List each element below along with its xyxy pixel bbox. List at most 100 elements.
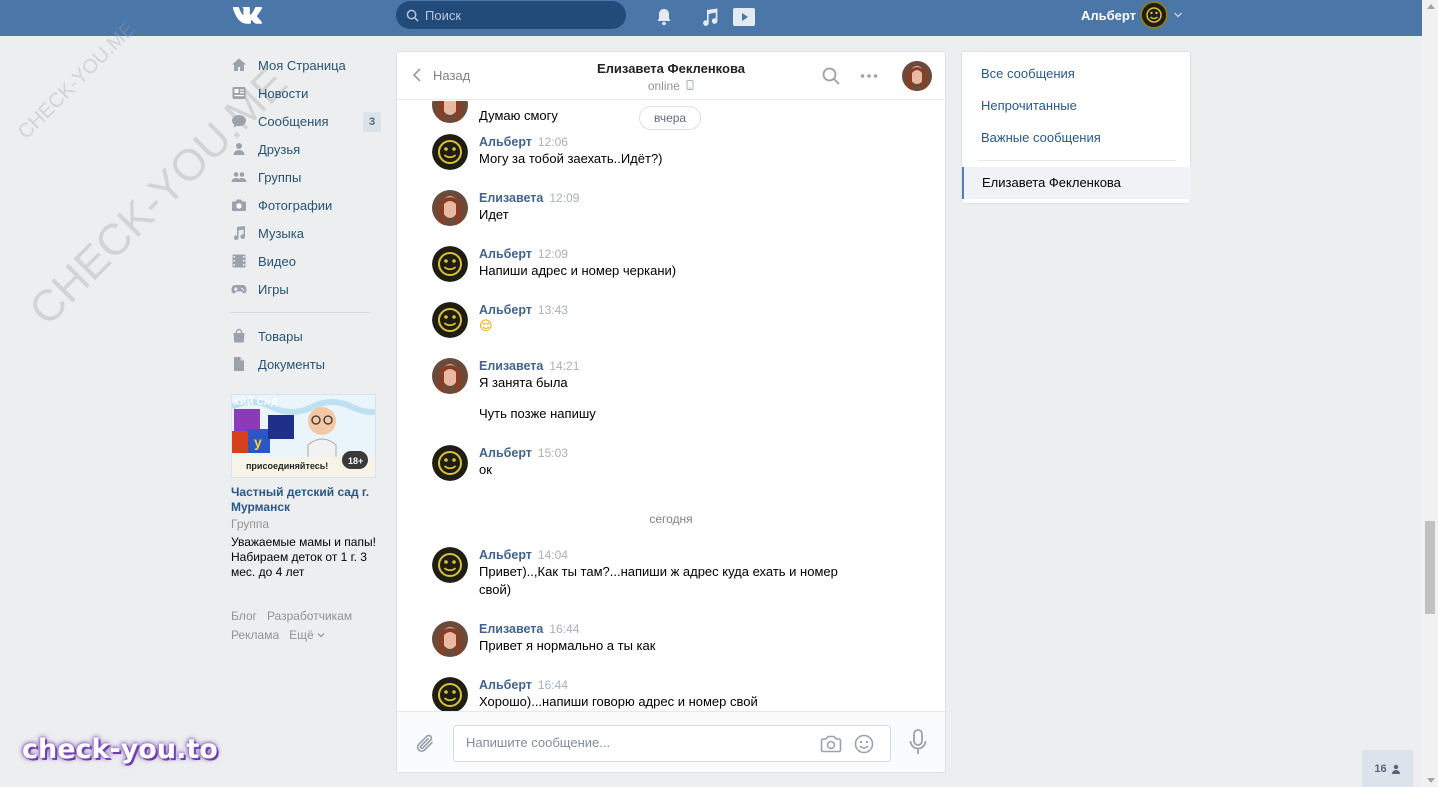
scroll-up-arrow[interactable] — [1427, 4, 1435, 9]
active-chat-name: Елизавета Фекленкова — [982, 175, 1121, 190]
user-avatar[interactable] — [432, 445, 468, 481]
friends-icon — [233, 143, 245, 155]
nav-item-video[interactable]: Видео — [231, 247, 381, 275]
user-avatar[interactable] — [432, 547, 468, 583]
user-avatar[interactable] — [432, 246, 468, 282]
active-chat-item[interactable]: Елизавета Фекленкова — [962, 167, 1191, 199]
vk-logo-icon[interactable] — [231, 4, 265, 28]
nav-item-games[interactable]: Игры — [231, 275, 381, 303]
message-item: Альберт 12:09 Напиши адрес и номер черкан… — [432, 246, 912, 282]
footer-more-link[interactable]: Ещё — [289, 628, 325, 642]
footer-ads-link[interactable]: Реклама — [231, 628, 279, 642]
message-text: Идет — [479, 207, 509, 222]
nav-item-news[interactable]: Новости — [231, 79, 381, 107]
user-avatar[interactable] — [432, 134, 468, 170]
groups-icon — [231, 172, 247, 182]
message-text: Я занята была — [479, 375, 568, 390]
music-note-icon[interactable] — [699, 6, 721, 28]
message-author[interactable]: Елизавета — [479, 191, 543, 205]
ad-description: Уважаемые мамы и папы! Набираем деток от… — [231, 535, 376, 579]
footer-blog-link[interactable]: Блог — [231, 609, 257, 623]
search-icon — [406, 9, 419, 22]
message-time: 14:04 — [537, 548, 568, 562]
ad-image-text: КИЙ САД — [234, 397, 278, 407]
message-author[interactable]: Елизавета — [479, 359, 543, 373]
message-input[interactable] — [466, 735, 806, 750]
nav-item-messages[interactable]: Сообщения 3 — [231, 107, 381, 135]
message-author[interactable]: Альберт — [479, 678, 532, 692]
nav-label: Группы — [258, 169, 302, 185]
peer-avatar[interactable] — [902, 61, 932, 91]
bottom-watermark: check-you.to — [22, 734, 218, 765]
nav-label: Друзья — [258, 141, 301, 157]
message-item: Альберт 15:03 ок — [432, 445, 912, 481]
filter-unread[interactable]: Непрочитанные — [981, 98, 1077, 113]
message-author[interactable]: Альберт — [479, 135, 532, 149]
nav-item-documents[interactable]: Документы — [231, 350, 381, 378]
message-author[interactable]: Альберт — [479, 446, 532, 460]
search-box[interactable] — [396, 1, 626, 29]
messages-count-badge: 3 — [363, 112, 381, 132]
message-text: Чуть позже напишу — [479, 406, 596, 421]
nav-item-groups[interactable]: Группы — [231, 163, 381, 191]
message-author[interactable]: Альберт — [479, 303, 532, 317]
diagonal-watermark-small: CHECK-YOU.ME — [14, 17, 140, 144]
scroll-down-arrow[interactable] — [1427, 778, 1435, 783]
gamepad-icon — [231, 285, 247, 294]
microphone-icon[interactable] — [909, 729, 927, 755]
peer-avatar[interactable] — [432, 358, 468, 394]
play-icon[interactable] — [732, 6, 756, 28]
message-field[interactable] — [453, 725, 891, 762]
bell-icon[interactable] — [653, 6, 675, 28]
message-author[interactable]: Альберт — [479, 247, 532, 261]
camera-icon[interactable] — [820, 734, 842, 754]
message-item: Елизавета 12:09 Идет — [432, 190, 912, 226]
message-author[interactable]: Елизавета — [479, 622, 543, 636]
ad-title[interactable]: Частный детский сад г. Мурманск — [231, 485, 376, 515]
ad-block[interactable]: у КИЙ САД присоединяйтесь! 18+ Частный д… — [231, 394, 376, 580]
nav-label: Документы — [258, 356, 326, 372]
nav-label: Игры — [258, 281, 289, 297]
nav-item-goods[interactable]: Товары — [231, 322, 381, 350]
footer-links: Блог Разработчикам Реклама Ещё — [231, 607, 381, 645]
message-filters: Все сообщения Непрочитанные Важные сообщ… — [961, 51, 1191, 204]
user-avatar[interactable] — [432, 302, 468, 338]
paperclip-icon[interactable] — [415, 732, 437, 756]
page-scrollbar[interactable] — [1422, 0, 1438, 787]
nav-item-photos[interactable]: Фотографии — [231, 191, 381, 219]
filter-divider — [978, 160, 1176, 161]
peer-avatar[interactable] — [432, 190, 468, 226]
nav-item-friends[interactable]: Друзья — [231, 135, 381, 163]
nav-label: Новости — [258, 85, 309, 101]
scroll-thumb[interactable] — [1425, 521, 1435, 614]
chevron-down-icon — [317, 633, 325, 638]
user-name[interactable]: Альберт — [1081, 8, 1136, 23]
peer-avatar — [432, 101, 468, 123]
nav-item-my-page[interactable]: Моя Страница — [231, 51, 381, 79]
message-time: 13:43 — [537, 303, 568, 317]
search-input[interactable] — [425, 7, 605, 23]
message-text: Привет)..,Как ты там?...напиши ж адрес к… — [479, 564, 838, 597]
filter-important[interactable]: Важные сообщения — [981, 130, 1101, 145]
message-history[interactable]: Думаю смогу вчера Альберт 12:06 Могу за т… — [397, 101, 945, 711]
smile-icon[interactable] — [854, 734, 874, 754]
date-separator-yesterday: вчера — [639, 106, 702, 130]
ad-type: Группа — [231, 517, 270, 531]
message-text: Могу за тобой заехать..Идёт?) — [479, 151, 663, 166]
footer-developers-link[interactable]: Разработчикам — [267, 609, 352, 623]
online-friends-button[interactable]: 16 — [1362, 750, 1413, 787]
video-icon — [232, 254, 246, 268]
message-author[interactable]: Альберт — [479, 548, 532, 562]
online-count: 16 — [1374, 762, 1387, 775]
user-avatar[interactable] — [432, 677, 468, 711]
filter-all-messages[interactable]: Все сообщения — [981, 66, 1075, 81]
nav-label: Товары — [258, 328, 303, 344]
nav-item-music[interactable]: Музыка — [231, 219, 381, 247]
user-avatar[interactable] — [1140, 1, 1168, 29]
chevron-down-icon[interactable] — [1173, 10, 1183, 20]
ad-image[interactable]: у КИЙ САД присоединяйтесь! 18+ — [231, 394, 376, 478]
message-text: Привет я нормально а ты как — [479, 638, 656, 653]
more-icon[interactable] — [859, 66, 879, 86]
search-icon[interactable] — [821, 66, 841, 86]
peer-avatar[interactable] — [432, 621, 468, 657]
